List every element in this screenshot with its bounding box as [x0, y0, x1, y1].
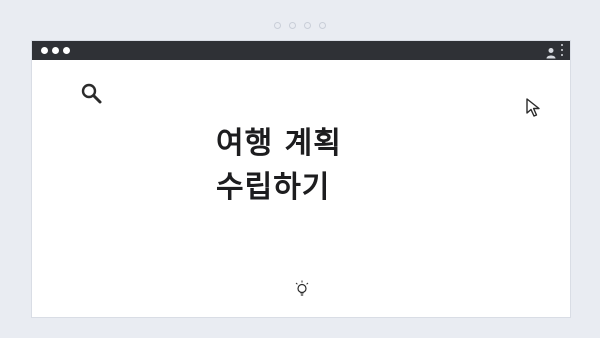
- browser-content: 여행 계획수립하기: [32, 60, 570, 317]
- close-window-button[interactable]: [41, 47, 48, 54]
- carousel-dot[interactable]: [274, 22, 281, 29]
- maximize-window-button[interactable]: [63, 47, 70, 54]
- kebab-menu-icon[interactable]: [561, 44, 564, 56]
- title-line-2: 수립하기: [216, 170, 331, 205]
- lightbulb-icon: [295, 280, 309, 298]
- window-controls: [41, 47, 70, 54]
- page-title: 여행 계획수립하기: [216, 122, 476, 210]
- profile-icon[interactable]: [546, 44, 556, 59]
- titlebar-actions: [546, 44, 564, 59]
- slide-frame: 여행 계획수립하기: [0, 0, 600, 338]
- browser-titlebar: [32, 41, 570, 60]
- browser-window: 여행 계획수립하기: [31, 40, 571, 318]
- minimize-window-button[interactable]: [52, 47, 59, 54]
- carousel-dot[interactable]: [319, 22, 326, 29]
- carousel-dot[interactable]: [289, 22, 296, 29]
- carousel-indicator: [0, 22, 600, 29]
- title-line-1: 여행 계획: [216, 126, 342, 161]
- carousel-dot[interactable]: [304, 22, 311, 29]
- cursor-icon: [525, 97, 545, 119]
- search-icon: [80, 82, 104, 106]
